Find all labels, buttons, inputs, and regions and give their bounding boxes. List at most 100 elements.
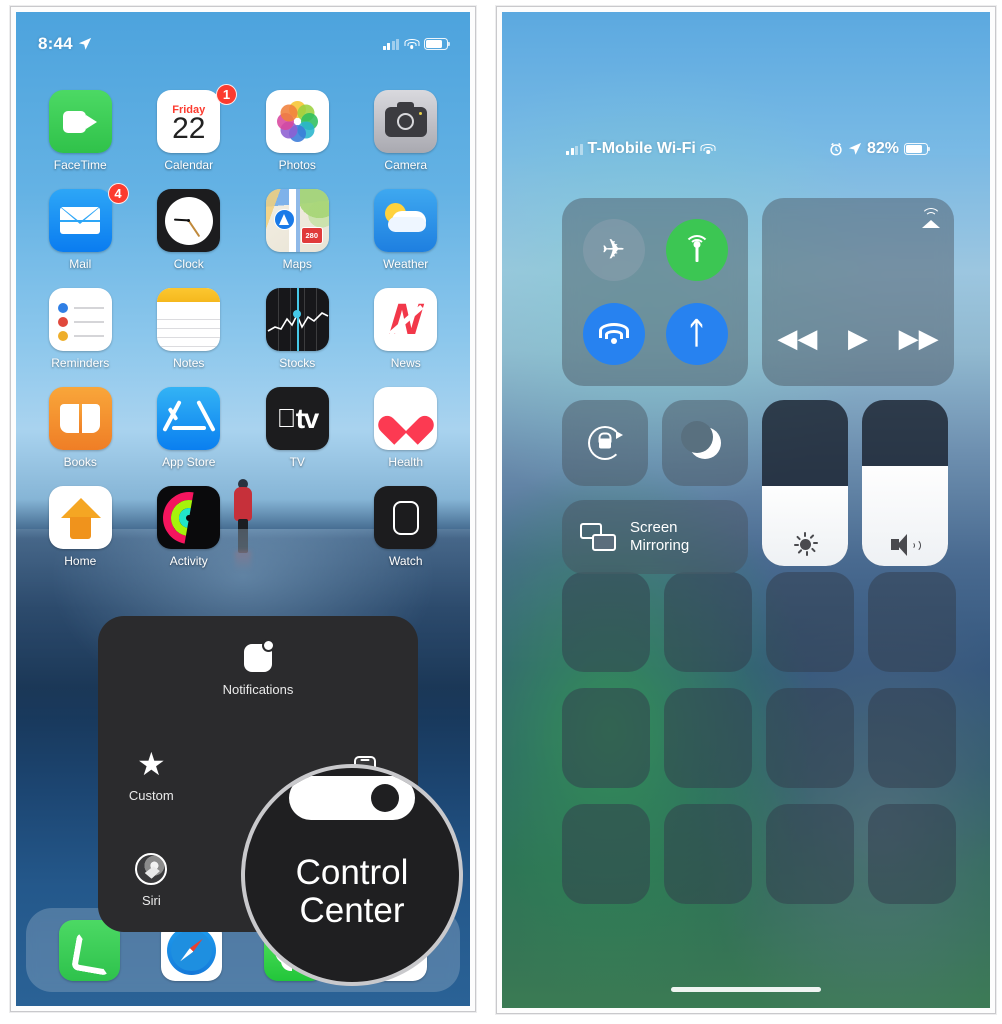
at-item-label: Notifications: [222, 682, 294, 698]
bluetooth-icon: ᛏ: [687, 317, 706, 350]
fast-forward-icon[interactable]: ▶▶: [899, 323, 939, 354]
alarm-clock-icon: [830, 142, 842, 156]
cc-tile[interactable]: [868, 688, 956, 788]
cc-extra-row-2: [562, 688, 956, 788]
magnifier-callout: Control Center: [241, 764, 463, 986]
screen-mirroring-button[interactable]: Screen Mirroring: [562, 500, 748, 574]
rotation-lock-button[interactable]: [562, 400, 648, 486]
cc-second-row: Screen Mirroring: [562, 400, 956, 574]
app-health[interactable]: Health: [352, 387, 461, 469]
cellular-signal-icon: [566, 143, 583, 155]
star-icon: ★: [136, 745, 166, 782]
cc-tile[interactable]: [766, 688, 854, 788]
cc-tile[interactable]: [868, 572, 956, 672]
maps-icon[interactable]: 280: [265, 189, 329, 252]
app-stocks[interactable]: Stocks: [243, 288, 352, 370]
cc-tile[interactable]: [766, 572, 854, 672]
weather-icon[interactable]: [374, 189, 438, 252]
app-label: Maps: [282, 257, 312, 271]
app-camera[interactable]: Camera: [352, 90, 461, 172]
app-reminders[interactable]: Reminders: [26, 288, 135, 370]
cellular-icon: [682, 235, 712, 263]
bluetooth-button[interactable]: ᛏ: [665, 303, 728, 365]
do-not-disturb-button[interactable]: [662, 400, 748, 486]
app-label: TV: [289, 455, 305, 469]
app-tv[interactable]: tv TV: [243, 387, 352, 469]
app-maps[interactable]: 280 Maps: [243, 189, 352, 271]
notifications-icon: [239, 639, 277, 677]
left-status-bar: 8:44: [16, 34, 470, 54]
app-app-store[interactable]: App Store: [135, 387, 244, 469]
moon-icon: [681, 421, 721, 459]
airplay-icon[interactable]: [920, 208, 942, 228]
app-home[interactable]: Home: [26, 486, 135, 568]
news-icon[interactable]: N: [374, 288, 438, 351]
airplane-icon: ✈: [601, 234, 626, 265]
facetime-icon[interactable]: [48, 90, 112, 153]
reminders-icon[interactable]: [48, 288, 112, 351]
clock-icon[interactable]: [157, 189, 221, 252]
app-watch[interactable]: Watch: [352, 486, 461, 568]
brightness-slider[interactable]: [762, 400, 848, 566]
cc-tile[interactable]: [664, 688, 752, 788]
media-card[interactable]: ◀◀ ▶ ▶▶: [762, 198, 954, 386]
battery-icon: [904, 143, 931, 155]
photos-icon[interactable]: [265, 90, 329, 153]
location-arrow-icon: [848, 142, 862, 155]
app-facetime[interactable]: FaceTime: [26, 90, 135, 172]
camera-icon[interactable]: [374, 90, 438, 153]
media-transport: ◀◀ ▶ ▶▶: [762, 323, 954, 354]
at-item-custom[interactable]: ★ Custom: [129, 745, 174, 804]
screen-mirroring-icon: [580, 523, 616, 551]
cc-tile[interactable]: [562, 804, 650, 904]
cc-tile[interactable]: [868, 804, 956, 904]
wifi-button[interactable]: [582, 303, 645, 365]
cc-tile[interactable]: [766, 804, 854, 904]
mail-icon[interactable]: [48, 189, 112, 252]
app-label: Home: [64, 554, 97, 568]
home-icon[interactable]: [48, 486, 112, 549]
home-indicator[interactable]: [671, 987, 821, 992]
cellular-data-button[interactable]: [665, 219, 728, 281]
watch-icon[interactable]: [374, 486, 438, 549]
app-photos[interactable]: Photos: [243, 90, 352, 172]
cc-tile[interactable]: [664, 804, 752, 904]
health-icon[interactable]: [374, 387, 438, 450]
app-news[interactable]: N News: [352, 288, 461, 370]
cc-top-row: ✈ ᛏ ◀◀ ▶ ▶▶: [562, 198, 956, 386]
stocks-icon[interactable]: [265, 288, 329, 351]
control-center: ✈ ᛏ ◀◀ ▶ ▶▶ Screen Mirroring: [562, 198, 956, 574]
battery-icon: [424, 38, 451, 50]
at-item-siri[interactable]: Siri: [132, 850, 170, 909]
app-mail[interactable]: 4 Mail: [26, 183, 135, 271]
app-activity[interactable]: Activity: [135, 486, 244, 568]
rotation-lock-icon: [588, 426, 623, 460]
left-phone-screenshot: 8:44 FaceTime Friday 22 1 Calendar Photo…: [10, 6, 476, 1012]
brightness-sun-icon: [793, 532, 818, 556]
at-item-label: Custom: [128, 787, 174, 803]
cc-tile[interactable]: [562, 688, 650, 788]
books-icon[interactable]: [48, 387, 112, 450]
app-calendar[interactable]: Friday 22 1 Calendar: [135, 84, 244, 172]
cc-extra-row-1: [562, 572, 956, 672]
app-clock[interactable]: Clock: [135, 189, 244, 271]
cc-tile[interactable]: [562, 572, 650, 672]
wifi-icon: [700, 143, 716, 155]
tv-icon[interactable]: tv: [265, 387, 329, 450]
app-notes[interactable]: Notes: [135, 288, 244, 370]
app-label: App Store: [162, 455, 216, 469]
app-books[interactable]: Books: [26, 387, 135, 469]
app-label: Notes: [173, 356, 205, 370]
play-icon[interactable]: ▶: [848, 323, 868, 354]
cc-extra-row-3: [562, 804, 956, 904]
at-item-notifications[interactable]: Notifications: [222, 639, 294, 698]
activity-icon[interactable]: [157, 486, 221, 549]
notes-icon[interactable]: [157, 288, 221, 351]
volume-slider[interactable]: [862, 400, 948, 566]
cc-tile[interactable]: [664, 572, 752, 672]
app-store-icon[interactable]: [157, 387, 221, 450]
calendar-icon[interactable]: Friday 22: [157, 90, 221, 153]
rewind-icon[interactable]: ◀◀: [777, 323, 817, 354]
airplane-mode-button[interactable]: ✈: [582, 219, 645, 281]
app-weather[interactable]: Weather: [352, 189, 461, 271]
